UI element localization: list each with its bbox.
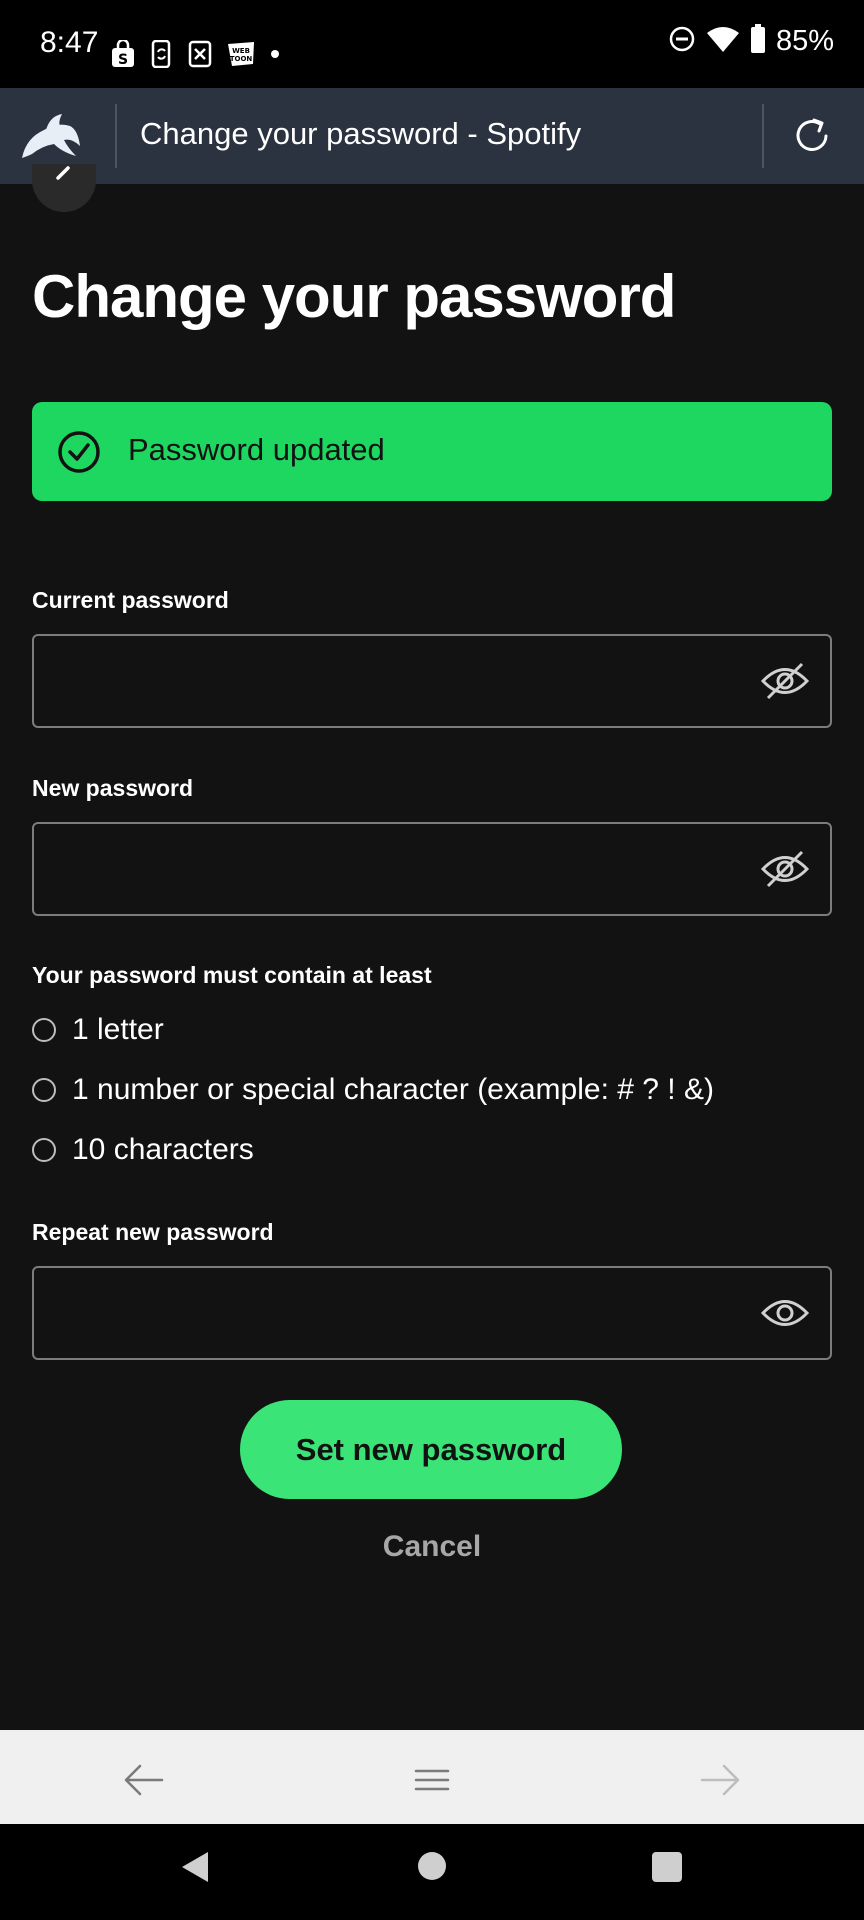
new-password-field[interactable] (32, 822, 832, 916)
system-nav-bar (0, 1824, 864, 1920)
page-title: Change your password (32, 263, 676, 330)
webtoon-icon: WEB TOON (226, 40, 256, 68)
requirement-item: 1 number or special character (example: … (32, 1073, 714, 1107)
alert-message: Password updated (128, 432, 385, 467)
browser-toolbar: Change your password - Spotify (0, 88, 864, 184)
do-not-disturb-icon (668, 25, 696, 58)
nav-home-icon[interactable] (418, 1852, 446, 1880)
browser-page-title[interactable]: Change your password - Spotify (140, 116, 581, 152)
toolbar-divider (762, 104, 764, 168)
battery-percent: 85% (775, 25, 834, 57)
requirements-title: Your password must contain at least (32, 962, 432, 988)
phone-sync-icon (150, 40, 174, 68)
status-time: 8:47 (40, 26, 99, 59)
check-circle-icon (56, 429, 102, 475)
back-button[interactable] (32, 164, 96, 212)
requirement-item: 10 characters (32, 1133, 254, 1167)
requirement-indicator (32, 1138, 56, 1162)
arrow-left-icon[interactable] (122, 1760, 166, 1800)
current-password-label: Current password (32, 587, 229, 613)
svg-text:WEB: WEB (232, 47, 250, 55)
nav-back-icon[interactable] (180, 1850, 210, 1889)
set-new-password-button[interactable]: Set new password (240, 1400, 622, 1499)
chevron-left-icon (56, 166, 70, 180)
eye-icon[interactable] (760, 1292, 810, 1334)
eye-off-icon[interactable] (760, 848, 810, 890)
requirement-item: 1 letter (32, 1013, 164, 1047)
close-box-icon (188, 40, 212, 68)
status-notification-icons: S WEB TOON (110, 40, 280, 68)
dot-icon (270, 49, 280, 59)
requirement-text: 10 characters (72, 1133, 254, 1166)
new-password-label: New password (32, 775, 194, 801)
dolphin-browser-logo[interactable] (18, 108, 84, 164)
eye-off-icon[interactable] (760, 660, 810, 702)
reload-icon[interactable] (790, 114, 834, 158)
new-password-input[interactable] (34, 824, 758, 916)
shopping-bag-icon: S (110, 40, 136, 68)
success-alert: Password updated (32, 402, 832, 501)
requirement-text: 1 number or special character (example: … (72, 1073, 714, 1106)
battery-icon (750, 24, 766, 59)
requirement-indicator (32, 1078, 56, 1102)
current-password-input[interactable] (34, 636, 758, 728)
svg-text:TOON: TOON (230, 55, 253, 63)
arrow-right-icon[interactable] (698, 1760, 742, 1800)
requirement-text: 1 letter (72, 1013, 164, 1046)
status-bar: 8:47 S WEB TOON 85% (0, 0, 864, 88)
requirement-indicator (32, 1018, 56, 1042)
repeat-password-label: Repeat new password (32, 1219, 274, 1245)
cancel-button[interactable]: Cancel (330, 1522, 534, 1572)
svg-text:S: S (118, 52, 128, 68)
current-password-field[interactable] (32, 634, 832, 728)
menu-icon[interactable] (410, 1760, 454, 1800)
repeat-password-field[interactable] (32, 1266, 832, 1360)
status-right: 85% (668, 24, 834, 59)
toolbar-divider (115, 104, 117, 168)
browser-bottom-bar (0, 1716, 864, 1824)
repeat-password-input[interactable] (34, 1268, 758, 1360)
wifi-icon (706, 25, 740, 58)
nav-recents-icon[interactable] (652, 1852, 682, 1882)
